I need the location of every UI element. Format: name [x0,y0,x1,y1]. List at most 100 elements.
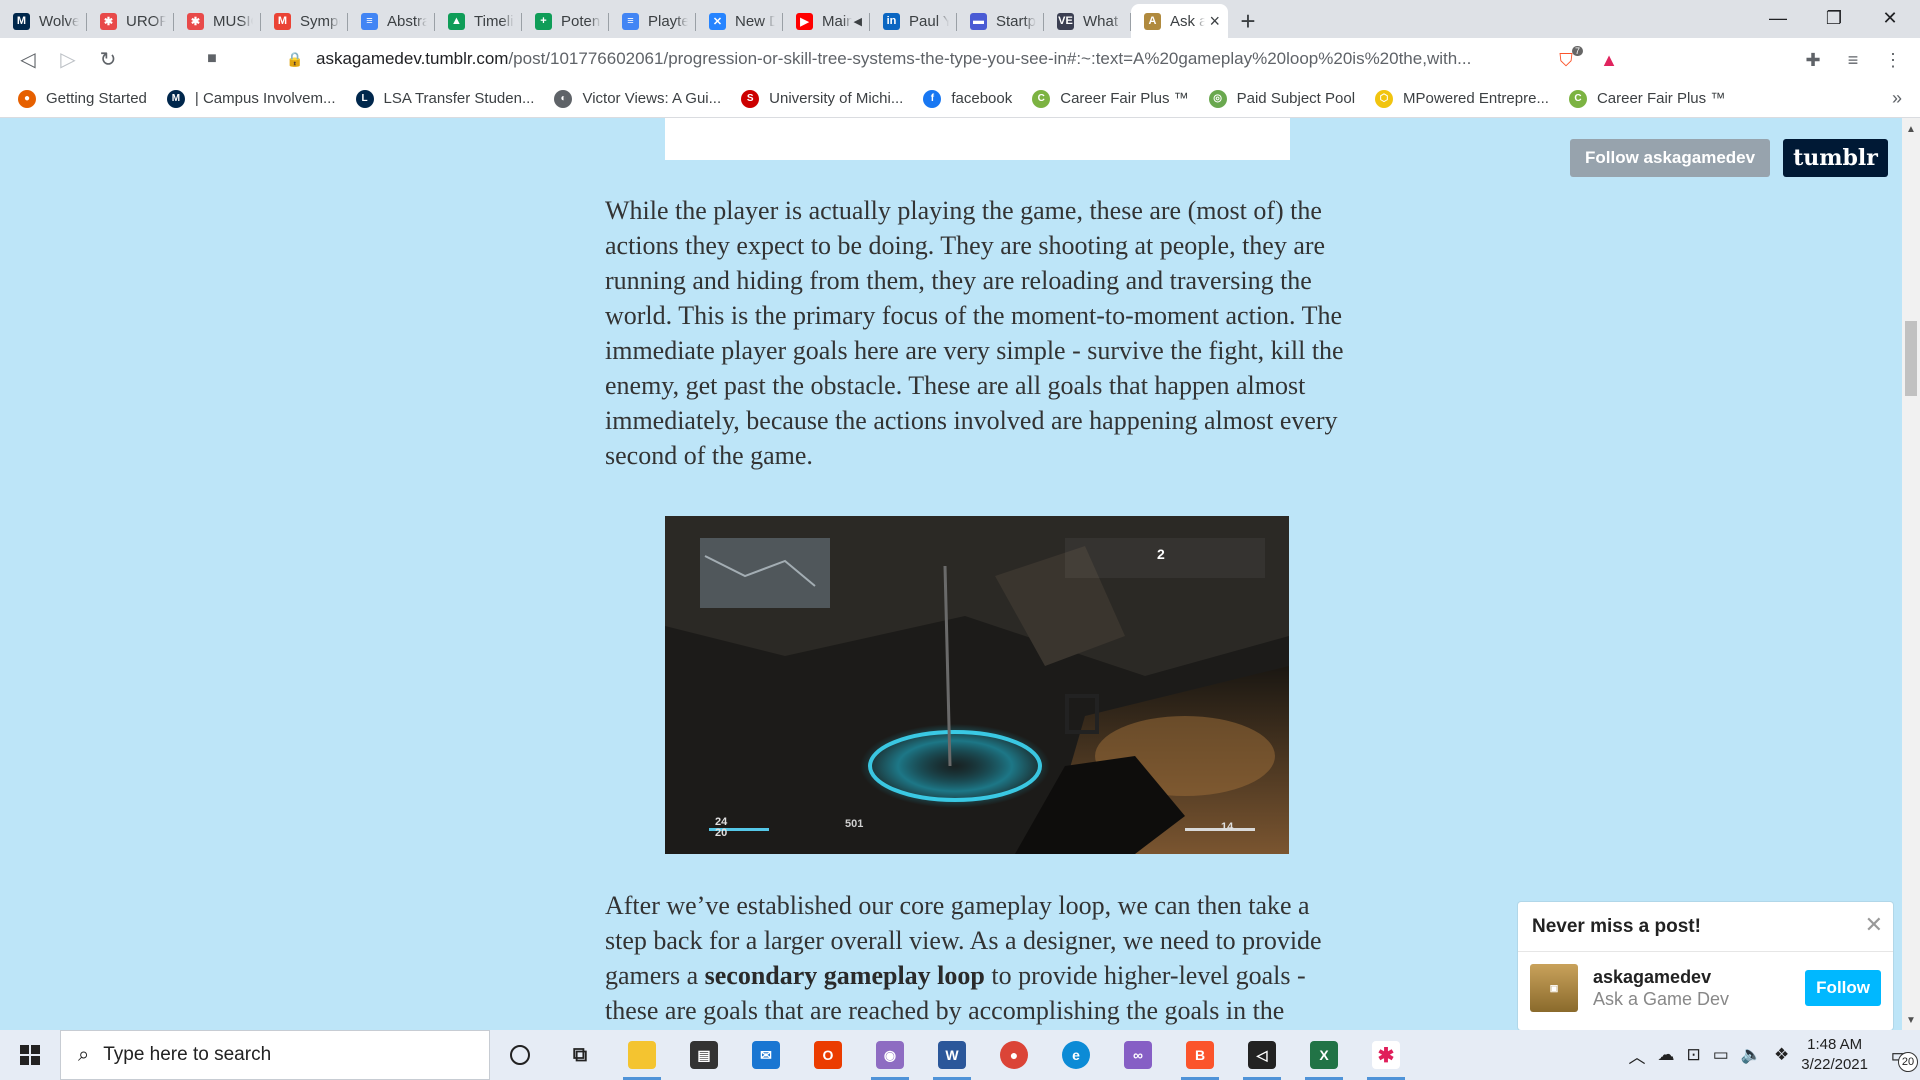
close-icon[interactable]: ✕ [1865,912,1883,938]
tab-9[interactable]: ▶ Main T◀ [783,4,870,38]
windows-start-button[interactable] [0,1030,60,1080]
extensions-icon[interactable]: ✚ [1800,48,1826,72]
show-hidden-icons-icon[interactable]: ︿ [1629,1043,1646,1068]
reload-button[interactable]: ↻ [88,39,128,79]
edge-icon[interactable]: e [1051,1030,1101,1080]
bookmark-item[interactable]: ◐ Victor Views: A Gui... [554,89,722,108]
forward-button[interactable]: ▷ [48,39,88,79]
tab-2[interactable]: ✱ MUSICOL [174,4,261,38]
unity-icon[interactable]: ◁ [1237,1030,1287,1080]
tab-8[interactable]: ✕ New Desig [696,4,783,38]
askagamedev-icon: A [1144,12,1161,30]
bookmark-item[interactable]: f facebook [923,89,1012,108]
brave-shields-icon[interactable]: ⛉ 7 [1553,46,1583,72]
image-bottom-edge [665,118,1290,160]
bookmarks-bar: ● Getting Started M | Campus Involvem... L LS… [0,80,1920,118]
mail-icon[interactable]: ✉ [741,1030,791,1080]
scroll-down-arrow-icon[interactable]: ▼ [1902,1015,1920,1026]
michigan-m-icon: M [13,12,30,30]
scroll-thumb[interactable] [1905,321,1917,396]
office-icon[interactable]: O [803,1030,853,1080]
popup-heading: Never miss a post! [1518,902,1893,952]
notifications-icon[interactable]: ▭ 20 [1880,1035,1920,1075]
bookmark-item[interactable]: ⬡ MPowered Entrepre... [1375,89,1549,108]
bookmarks-overflow-icon[interactable]: » [1892,88,1902,109]
new-tab-button[interactable]: + [1228,4,1268,38]
tab-7[interactable]: ≡ Playtesting [609,4,696,38]
back-button[interactable]: ◁ [8,39,48,79]
tumblr-logo[interactable]: tumblr [1783,139,1888,177]
tab-12[interactable]: VE What Doe [1044,4,1131,38]
tab-10[interactable]: in Paul Young [870,4,957,38]
media-queue-icon[interactable]: ≡ [1840,48,1866,72]
tab-0[interactable]: M Wolverine [0,4,87,38]
close-window-button[interactable]: ✕ [1862,0,1918,36]
blog-username[interactable]: askagamedev [1593,967,1805,988]
bookmark-label: Victor Views: A Gui... [582,90,722,107]
store-icon[interactable]: ▤ [679,1030,729,1080]
webex-icon[interactable]: ◉ [865,1030,915,1080]
volume-icon[interactable]: 🔈 [1741,1045,1762,1065]
bookmark-item[interactable]: ◎ Paid Subject Pool [1208,89,1356,108]
security-icon[interactable]: ⊡ [1687,1045,1701,1065]
firefox-icon: ● [18,89,36,108]
bookmark-item[interactable]: C Career Fair Plus ™ [1032,89,1189,108]
word-icon[interactable]: W [927,1030,977,1080]
brave-rewards-icon[interactable]: ▲ [1596,48,1622,72]
taskbar-search[interactable]: ⌕ Type here to search [60,1030,490,1080]
visual-studio-icon[interactable]: ∞ [1113,1030,1163,1080]
clock[interactable]: 1:48 AM 3/22/2021 [1801,1035,1868,1075]
bookmark-item[interactable]: C Career Fair Plus ™ [1568,89,1725,108]
onedrive-icon[interactable]: ☁ [1658,1045,1675,1065]
tab-audio-icon[interactable]: ◀ [854,15,862,28]
tab-title: Symposium [300,12,340,30]
follow-askagamedev-button[interactable]: Follow askagamedev [1570,139,1771,177]
tab-13[interactable]: A Ask a G× [1131,4,1228,38]
url-path: /post/101776602061/progression-or-skill-… [508,49,1472,68]
restore-button[interactable]: ❐ [1806,0,1862,36]
brave-icon[interactable]: B [1175,1030,1225,1080]
menu-icon[interactable]: ⋮ [1880,48,1906,72]
scroll-up-arrow-icon[interactable]: ▲ [1902,124,1920,135]
tumblr-follow-bar: Follow askagamedev tumblr [1570,139,1888,177]
tab-5[interactable]: ▲ Timeline a [435,4,522,38]
cortana-icon[interactable] [495,1030,545,1080]
bookmark-icon[interactable]: ■ [192,39,232,79]
address-bar[interactable]: 🔒 askagamedev.tumblr.com/post/1017766020… [286,43,1541,75]
bookmark-item[interactable]: S University of Michi... [741,89,904,108]
url-host: askagamedev.tumblr.com [316,49,509,68]
slack-icon[interactable]: ✱ [1361,1030,1411,1080]
tab-3[interactable]: M Symposium [261,4,348,38]
bookmark-item[interactable]: ● Getting Started [18,89,147,108]
tab-title: Potential/C [561,12,601,30]
game-screenshot-art [665,516,1289,854]
excel-icon[interactable]: X [1299,1030,1349,1080]
facebook-icon: f [923,89,942,108]
tab-title: Playtesting [648,12,688,30]
minimize-button[interactable]: — [1750,0,1806,36]
url-text: askagamedev.tumblr.com/post/101776602061… [316,49,1541,69]
battery-icon[interactable]: ▭ [1713,1045,1729,1065]
ve-icon: VE [1057,12,1074,30]
docs-icon: ≡ [361,12,378,30]
bookmark-label: Paid Subject Pool [1236,90,1356,107]
tab-1[interactable]: ✱ UROP 2020 [87,4,174,38]
tab-4[interactable]: ≡ Abstract - [348,4,435,38]
bookmark-label: University of Michi... [769,90,904,107]
clock-date: 3/22/2021 [1801,1056,1868,1073]
dropbox-icon[interactable]: ❖ [1774,1045,1789,1065]
bookmark-label: MPowered Entrepre... [1403,90,1549,107]
tab-6[interactable]: + Potential/C [522,4,609,38]
close-tab-icon[interactable]: × [1209,11,1220,32]
page-scrollbar[interactable]: ▲ ▼ [1902,118,1920,1030]
file-explorer-icon[interactable] [617,1030,667,1080]
task-view-icon[interactable]: ⧉ [555,1030,605,1080]
tab-11[interactable]: ▬ Startpage [957,4,1044,38]
blog-avatar[interactable]: ▣ [1530,964,1578,1012]
bookmark-item[interactable]: L LSA Transfer Studen... [355,89,534,108]
chrome-icon[interactable]: ● [989,1030,1039,1080]
clock-time: 1:48 AM [1807,1036,1863,1053]
docs-icon: ≡ [622,12,639,30]
bookmark-item[interactable]: M | Campus Involvem... [166,89,336,108]
popup-follow-button[interactable]: Follow [1805,970,1881,1006]
